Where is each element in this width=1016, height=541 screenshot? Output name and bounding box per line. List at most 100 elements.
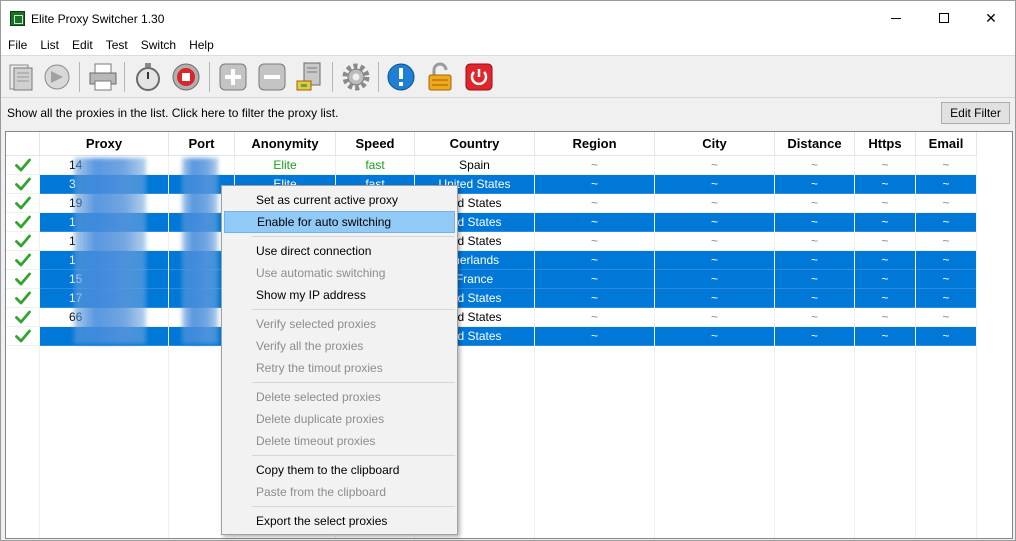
table-row[interactable]: 3 Elite fast United States ~ ~ ~ ~ ~ [6,175,977,194]
cell-https: ~ [855,308,916,327]
table-row[interactable]: 15France~~~~~ [6,270,977,289]
close-icon: ✕ [985,9,997,26]
menu-separator [252,506,455,507]
filter-link[interactable]: Show all the proxies in the list. Click … [7,106,338,120]
context-menu-item[interactable]: Enable for auto switching [224,211,455,233]
title-bar[interactable]: Elite Proxy Switcher 1.30 ✕ [1,1,1015,35]
minimize-icon [891,17,901,19]
menu-list[interactable]: List [33,35,65,55]
menu-separator [252,455,455,456]
context-menu-item[interactable]: Export the select proxies [224,510,455,532]
table-row[interactable]: ted States ~ ~ ~ ~ ~ [6,327,977,346]
menu-separator [252,382,455,383]
context-menu-item: Paste from the clipboard [256,485,387,499]
table-row[interactable]: 19ted States~~~~~ [6,194,977,213]
header-distance[interactable]: Distance [775,132,855,156]
print-icon[interactable] [87,61,119,93]
cell-region: ~ [535,270,655,289]
cell-email: ~ [916,213,977,232]
remove-proxy-icon[interactable] [256,61,288,93]
edit-filter-button[interactable]: Edit Filter [941,102,1010,124]
context-menu-item: Delete timeout proxies [256,434,376,448]
toolbar [1,55,1015,97]
header-city[interactable]: City [655,132,775,156]
cell-city: ~ [655,232,775,251]
cell-email: ~ [916,175,977,194]
cell-city: ~ [655,194,775,213]
header-anonymity[interactable]: Anonymity [235,132,336,156]
context-menu-item: Delete selected proxies [256,390,381,404]
minimize-button[interactable] [873,1,919,35]
header-check [6,132,40,156]
header-port[interactable]: Port [169,132,235,156]
table-row[interactable]: 1 ted States ~ ~ ~ ~ ~ [6,232,977,251]
cell-city: ~ [655,270,775,289]
column-divider [976,156,977,538]
menu-help[interactable]: Help [182,35,220,55]
cell-region: ~ [535,327,655,346]
table-row[interactable]: 66ted States~~~~~ [6,308,977,327]
proxy-grid[interactable]: Proxy Port Anonymity Speed Country Regio… [5,131,1013,539]
header-proxy[interactable]: Proxy [40,132,169,156]
table-row[interactable]: 1 ted States ~ ~ ~ ~ ~ [6,213,977,232]
test-stopwatch-icon[interactable] [132,61,164,93]
column-divider [168,156,169,538]
cell-city: ~ [655,308,775,327]
menu-bar: File List Edit Test Switch Help [1,35,1015,55]
cell-region: ~ [535,156,655,175]
checkmark-icon [6,327,40,346]
cell-region: ~ [535,213,655,232]
menu-switch[interactable]: Switch [134,35,182,55]
maximize-button[interactable] [921,1,967,35]
checkmark-icon [6,251,40,270]
cell-https: ~ [855,213,916,232]
lock-icon[interactable] [424,61,456,93]
context-menu-item: Verify selected proxies [256,317,377,331]
column-divider [774,156,775,538]
cell-distance: ~ [775,194,855,213]
context-menu-item: Verify all the proxies [256,339,364,353]
open-list-icon[interactable] [41,61,73,93]
new-list-icon[interactable] [5,61,37,93]
column-divider [534,156,535,538]
cell-https: ~ [855,175,916,194]
context-menu-item[interactable]: Copy them to the clipboard [224,459,455,481]
context-menu-item[interactable]: Use direct connection [224,240,455,262]
grid-header: Proxy Port Anonymity Speed Country Regio… [6,132,977,156]
menu-test[interactable]: Test [99,35,134,55]
header-country[interactable]: Country [415,132,535,156]
header-email[interactable]: Email [916,132,977,156]
context-menu-item[interactable]: Show my IP address [224,284,455,306]
menu-edit[interactable]: Edit [65,35,99,55]
filter-bar: Show all the proxies in the list. Click … [1,97,1015,127]
info-icon[interactable] [385,61,417,93]
context-menu-item[interactable]: Set as current active proxy [224,189,455,211]
cell-email: ~ [916,327,977,346]
add-proxy-icon[interactable] [217,61,249,93]
checkmark-icon [6,270,40,289]
cell-anonymity: Elite [235,156,336,175]
cell-region: ~ [535,194,655,213]
cell-distance: ~ [775,308,855,327]
header-region[interactable]: Region [535,132,655,156]
cell-https: ~ [855,232,916,251]
column-divider [915,156,916,538]
cell-https: ~ [855,156,916,175]
server-icon[interactable] [294,61,326,93]
settings-gear-icon[interactable] [340,61,372,93]
checkmark-icon [6,194,40,213]
header-https[interactable]: Https [855,132,916,156]
table-row[interactable]: 1 therlands ~ ~ ~ ~ ~ [6,251,977,270]
stop-test-icon[interactable] [170,61,202,93]
close-button[interactable]: ✕ [968,1,1014,35]
header-speed[interactable]: Speed [336,132,415,156]
table-row[interactable]: 17ted States~~~~~ [6,289,977,308]
power-icon[interactable] [463,61,495,93]
checkmark-icon [6,213,40,232]
cell-email: ~ [916,156,977,175]
table-row[interactable]: 14ElitefastSpain~~~~~ [6,156,977,175]
cell-region: ~ [535,289,655,308]
cell-country: Spain [415,156,535,175]
menu-file[interactable]: File [1,35,33,55]
cell-city: ~ [655,327,775,346]
